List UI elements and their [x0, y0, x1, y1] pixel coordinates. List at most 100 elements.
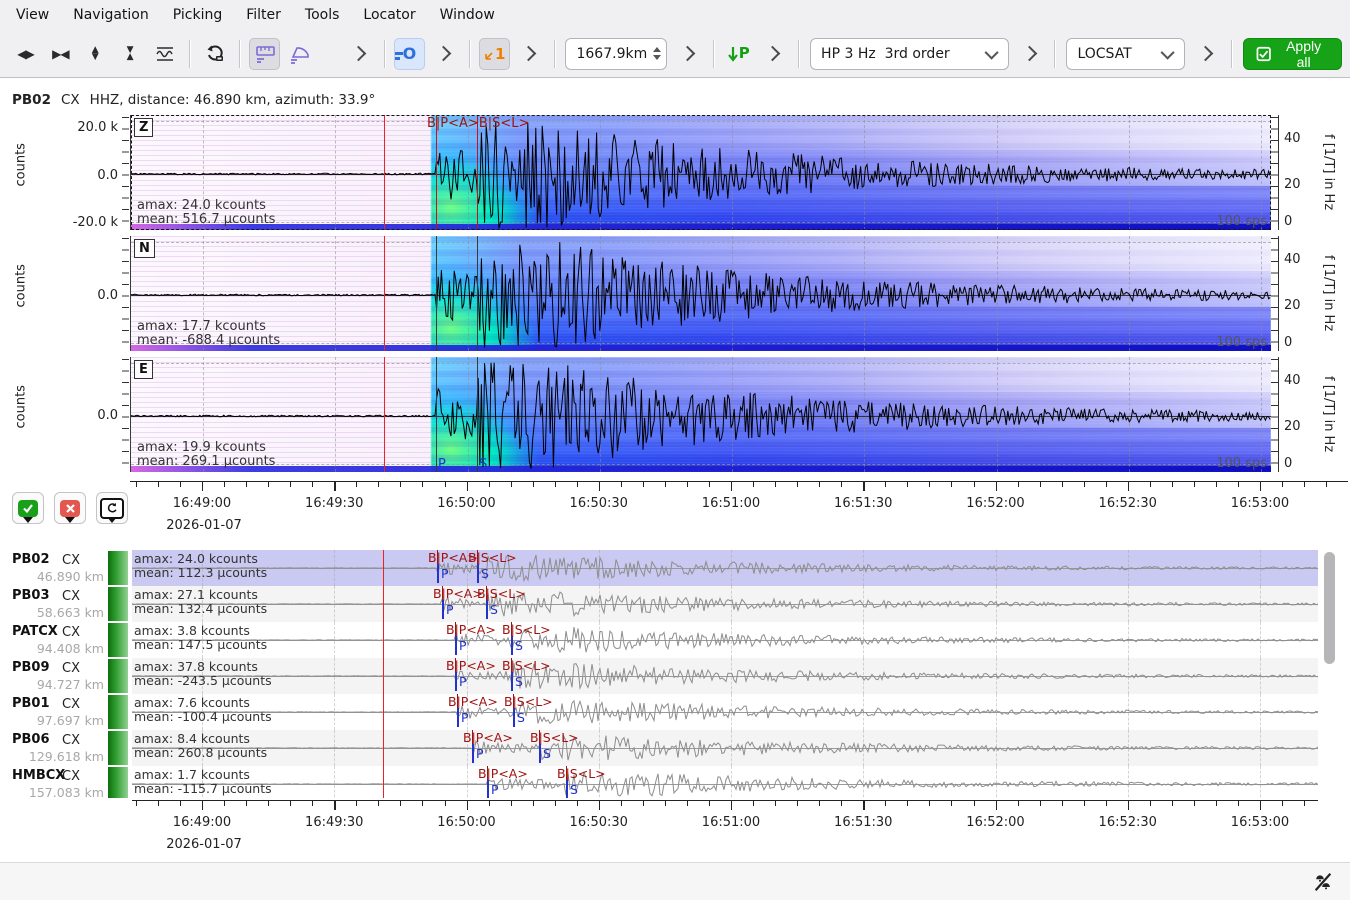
- waveform-trace: [132, 622, 1318, 658]
- expand-horizontal-button[interactable]: ◀▶: [10, 38, 41, 70]
- profile-one-button[interactable]: 1: [479, 38, 510, 70]
- major-tick: [467, 482, 468, 491]
- toolbar-extension-button[interactable]: [758, 38, 789, 70]
- channel-badge-n: N: [134, 239, 155, 258]
- minor-tick: [511, 482, 512, 487]
- spin-arrows[interactable]: [653, 47, 669, 60]
- trace-panel-z[interactable]: B|P<A>B|S<L>Zamax: 24.0 kcountsmean: 516…: [130, 115, 1271, 230]
- amplitude-tick-label: 20.0 k: [30, 120, 118, 135]
- frequency-tick-marks: [1271, 359, 1278, 470]
- reset-pick-button[interactable]: [96, 492, 128, 524]
- menu-view[interactable]: View: [4, 3, 61, 27]
- collapse-vertical-button[interactable]: ▼▲: [115, 38, 146, 70]
- undo-button[interactable]: [199, 38, 230, 70]
- toolbar-separator: [1231, 40, 1232, 68]
- minor-tick: [819, 482, 820, 487]
- major-tick: [599, 801, 600, 810]
- station-row-pb09[interactable]: PB09CX94.727 kmB|P<A>B|S<L>PSamax: 37.8 …: [0, 658, 1350, 694]
- p-pick-flag: P: [459, 674, 467, 689]
- minor-tick: [1304, 482, 1305, 487]
- toolbar-extension-button[interactable]: [1015, 38, 1046, 70]
- waveform-trace: [131, 115, 1271, 230]
- distance-value: 1667.9km: [566, 46, 653, 62]
- distance-spinbox[interactable]: 1667.9km: [565, 38, 667, 70]
- menu-filter[interactable]: Filter: [234, 3, 293, 27]
- s-pick-flag: S: [481, 566, 489, 581]
- station-trace-area[interactable]: B|P<A>B|S<L>PSamax: 3.8 kcountsmean: 147…: [132, 622, 1318, 658]
- main-time-axis[interactable]: 16:49:0016:49:3016:50:0016:50:3016:51:00…: [130, 481, 1348, 537]
- apply-all-button[interactable]: Apply all: [1243, 38, 1342, 70]
- waveform-rows-button[interactable]: [150, 38, 181, 70]
- spin-up-icon[interactable]: [653, 47, 661, 52]
- minor-tick: [555, 801, 556, 806]
- chevron-right-icon: [680, 46, 696, 62]
- reject-pick-button[interactable]: [54, 492, 86, 524]
- origin-time-button[interactable]: O: [394, 38, 425, 70]
- station-row-pb02[interactable]: PB02CX46.890 kmB|P<A>B|S<L>PSamax: 24.0 …: [0, 550, 1350, 586]
- waveform-trace: [132, 550, 1318, 586]
- minor-tick: [224, 801, 225, 806]
- accept-pick-button[interactable]: [12, 492, 44, 524]
- station-trace-area[interactable]: B|P<A>B|S<L>PSamax: 24.0 kcountsmean: 11…: [132, 550, 1318, 586]
- station-trace-area[interactable]: B|P<A>B|S<L>PSamax: 8.4 kcountsmean: 260…: [132, 730, 1318, 766]
- locator-combobox[interactable]: LOCSAT: [1066, 38, 1184, 70]
- spin-down-icon[interactable]: [653, 55, 661, 60]
- list-scrollbar-thumb[interactable]: [1324, 552, 1335, 664]
- waveform-trace: [131, 357, 1271, 472]
- station-row-pb01[interactable]: PB01CX97.697 kmB|P<A>B|S<L>PSamax: 7.6 k…: [0, 694, 1350, 730]
- s-pick-flag-line: [511, 672, 513, 691]
- station-row-hmbcx[interactable]: HMBCXCX157.083 kmB|P<A>B|S<L>PSamax: 1.7…: [0, 766, 1350, 798]
- menu-tools[interactable]: Tools: [293, 3, 352, 27]
- amax-label: amax: 7.6 kcounts: [134, 695, 250, 710]
- menu-window[interactable]: Window: [428, 3, 507, 27]
- station-row-pb03[interactable]: PB03CX58.663 kmB|P<A>B|S<L>PSamax: 27.1 …: [0, 586, 1350, 622]
- station-trace-area[interactable]: B|P<A>B|S<L>PSamax: 37.8 kcountsmean: -2…: [132, 658, 1318, 694]
- station-row-pb06[interactable]: PB06CX129.618 kmB|P<A>B|S<L>PSamax: 8.4 …: [0, 730, 1350, 766]
- p-pick-line: [436, 236, 437, 351]
- list-time-axis[interactable]: 16:49:0016:49:3016:50:0016:50:3016:51:00…: [132, 800, 1318, 856]
- toolbar-extension-button[interactable]: [673, 38, 704, 70]
- station-row-patcx[interactable]: PATCXCX94.408 kmB|P<A>B|S<L>PSamax: 3.8 …: [0, 622, 1350, 658]
- station-trace-area[interactable]: B|P<A>B|S<L>PSamax: 1.7 kcountsmean: -11…: [132, 766, 1318, 798]
- ruler-icon: [254, 44, 276, 64]
- amax-label: amax: 27.1 kcounts: [134, 587, 258, 602]
- ruler-tool-button[interactable]: [249, 38, 280, 70]
- station-distance: 94.408 km: [0, 641, 104, 656]
- minor-tick: [974, 801, 975, 806]
- toolbar-extension-button[interactable]: [344, 38, 375, 70]
- amplitude-tick-label: 0.0: [30, 168, 118, 183]
- station-trace-area[interactable]: B|P<A>B|S<L>PSamax: 7.6 kcountsmean: -10…: [132, 694, 1318, 730]
- toolbar-extension-button[interactable]: [514, 38, 545, 70]
- filter-combobox[interactable]: HP 3 Hz 3rd order: [810, 38, 1009, 70]
- s-pick-flag-line: [486, 600, 488, 619]
- pick-phase-button[interactable]: P: [723, 38, 754, 70]
- time-tick-label: 16:50:30: [570, 496, 628, 511]
- s-pick-flag-line: [566, 780, 568, 798]
- toolbar-extension-button[interactable]: [429, 38, 460, 70]
- fit-window-button[interactable]: ▶◀: [45, 38, 76, 70]
- minor-tick: [555, 482, 556, 487]
- s-pick-line: [477, 357, 478, 472]
- waveform-trace: [132, 658, 1318, 694]
- minor-tick: [1150, 482, 1151, 487]
- amplitude-tick-label: -20.0 k: [30, 215, 118, 230]
- s-pick-flag: S: [515, 638, 523, 653]
- time-tick-label: 16:52:00: [966, 815, 1024, 830]
- major-tick: [202, 801, 203, 810]
- amax-label: amax: 3.8 kcounts: [134, 623, 250, 638]
- trace-panel-n[interactable]: Namax: 17.7 kcountsmean: -688.4 µcounts1…: [130, 236, 1271, 351]
- minor-tick: [1326, 482, 1327, 487]
- station-trace-area[interactable]: B|P<A>B|S<L>PSamax: 27.1 kcountsmean: 13…: [132, 586, 1318, 622]
- protractor-tool-button[interactable]: [284, 38, 315, 70]
- minor-tick: [1238, 801, 1239, 806]
- mute-bell-button[interactable]: [1310, 869, 1336, 895]
- menu-picking[interactable]: Picking: [161, 3, 234, 27]
- chevron-right-icon: [1198, 46, 1214, 62]
- menu-navigation[interactable]: Navigation: [61, 3, 161, 27]
- trace-panel-e[interactable]: PSEamax: 19.9 kcountsmean: 269.1 µcounts…: [130, 357, 1271, 472]
- chevron-right-icon: [765, 46, 781, 62]
- expand-vertical-icon: ▲▼: [92, 47, 99, 61]
- menu-locator[interactable]: Locator: [351, 3, 427, 27]
- expand-vertical-button[interactable]: ▲▼: [80, 38, 111, 70]
- toolbar-extension-button[interactable]: [1191, 38, 1222, 70]
